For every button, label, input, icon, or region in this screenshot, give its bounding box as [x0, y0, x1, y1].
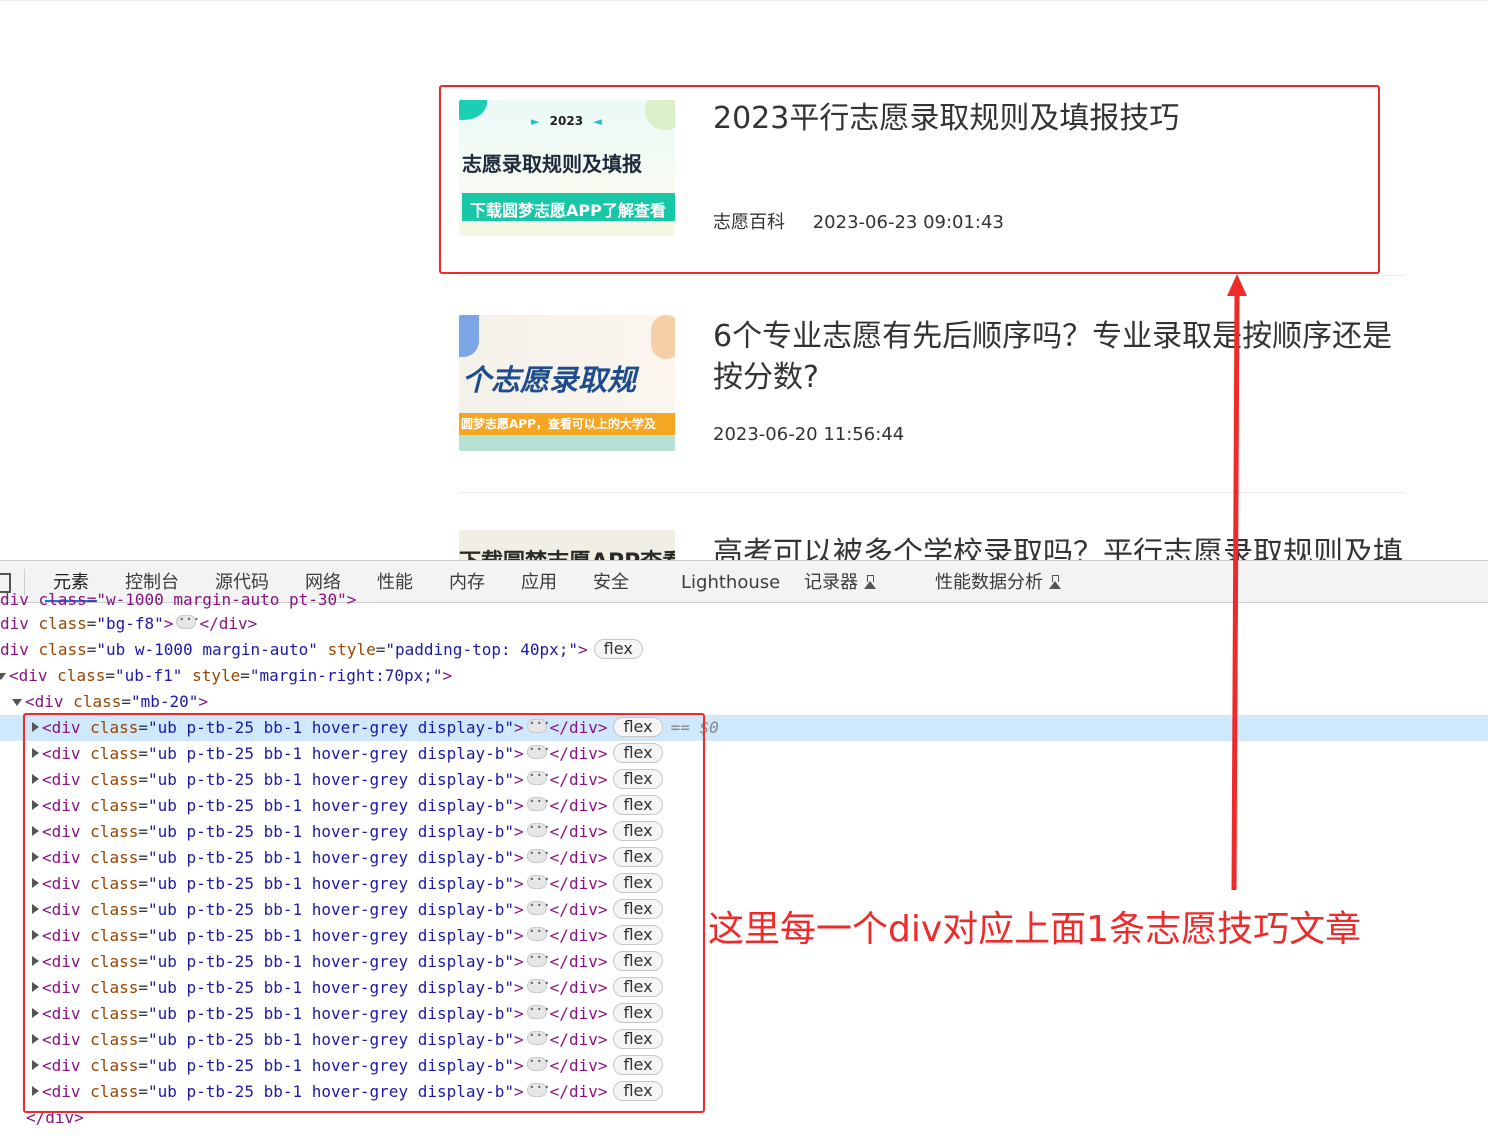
- arrow-head: [1227, 274, 1247, 296]
- arrow-shaft: [1231, 291, 1240, 891]
- annotation-arrow: [1227, 274, 1247, 891]
- annotation-text: 这里每一个div对应上面1条志愿技巧文章: [708, 909, 1362, 950]
